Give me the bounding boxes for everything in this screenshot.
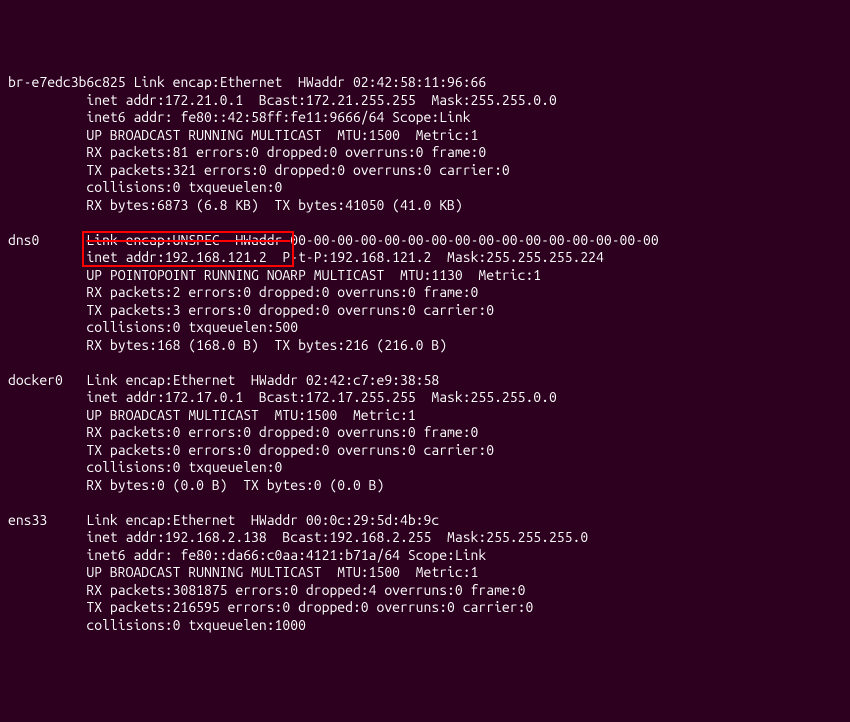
ifconfig-line: docker0 Link encap:Ethernet HWaddr 02:42… [8, 372, 842, 390]
ifconfig-line: RX packets:0 errors:0 dropped:0 overruns… [8, 424, 842, 442]
line-suffix: -t-P:192.168.121.2 Mask:255.255.255.224 [290, 249, 604, 265]
ifconfig-line: UP BROADCAST RUNNING MULTICAST MTU:1500 … [8, 127, 842, 145]
ifconfig-line: RX bytes:0 (0.0 B) TX bytes:0 (0.0 B) [8, 477, 842, 495]
struck-text: Link encap:UNSPEC HWaddr [86, 232, 290, 248]
ifconfig-line: TX packets:216595 errors:0 dropped:0 ove… [8, 599, 842, 617]
ifconfig-line: inet6 addr: fe80::da66:c0aa:4121:b71a/64… [8, 547, 842, 565]
ifconfig-line: UP BROADCAST MULTICAST MTU:1500 Metric:1 [8, 407, 842, 425]
ifconfig-line: collisions:0 txqueuelen:500 [8, 319, 842, 337]
blank-line [8, 494, 842, 512]
interface-name: dns0 [8, 232, 86, 248]
ifconfig-line: inet addr:172.17.0.1 Bcast:172.17.255.25… [8, 389, 842, 407]
ifconfig-line: TX packets:321 errors:0 dropped:0 overru… [8, 162, 842, 180]
blank-line [8, 354, 842, 372]
interface-block-ens33: ens33 Link encap:Ethernet HWaddr 00:0c:2… [8, 512, 842, 635]
interface-block-br-e7edc3b6c825: br-e7edc3b6c825 Link encap:Ethernet HWad… [8, 74, 842, 214]
inet-addr-text: inet addr:192.168.121.2 P [86, 249, 290, 265]
blank-line [8, 214, 842, 232]
ifconfig-line: collisions:0 txqueuelen:1000 [8, 617, 842, 635]
ifconfig-line: inet6 addr: fe80::42:58ff:fe11:9666/64 S… [8, 109, 842, 127]
ifconfig-line: RX packets:81 errors:0 dropped:0 overrun… [8, 144, 842, 162]
terminal-output: br-e7edc3b6c825 Link encap:Ethernet HWad… [8, 74, 842, 634]
ifconfig-line: UP POINTOPOINT RUNNING NOARP MULTICAST M… [8, 267, 842, 285]
ifconfig-line: RX bytes:168 (168.0 B) TX bytes:216 (216… [8, 337, 842, 355]
ifconfig-line: TX packets:3 errors:0 dropped:0 overruns… [8, 302, 842, 320]
interface-block-docker0: docker0 Link encap:Ethernet HWaddr 02:42… [8, 372, 842, 495]
ifconfig-line: ens33 Link encap:Ethernet HWaddr 00:0c:2… [8, 512, 842, 530]
ifconfig-line: collisions:0 txqueuelen:0 [8, 179, 842, 197]
ifconfig-line: UP BROADCAST RUNNING MULTICAST MTU:1500 … [8, 564, 842, 582]
ifconfig-line: dns0 Link encap:UNSPEC HWaddr 00-00-00-0… [8, 232, 842, 250]
ifconfig-line: RX bytes:6873 (6.8 KB) TX bytes:41050 (4… [8, 197, 842, 215]
interface-block-dns0: dns0 Link encap:UNSPEC HWaddr 00-00-00-0… [8, 232, 842, 355]
ifconfig-line: TX packets:0 errors:0 dropped:0 overruns… [8, 442, 842, 460]
ifconfig-line: inet addr:192.168.2.138 Bcast:192.168.2.… [8, 529, 842, 547]
ifconfig-line: inet addr:192.168.121.2 P-t-P:192.168.12… [8, 249, 842, 267]
ifconfig-line: inet addr:172.21.0.1 Bcast:172.21.255.25… [8, 92, 842, 110]
ifconfig-line: RX packets:3081875 errors:0 dropped:4 ov… [8, 582, 842, 600]
ifconfig-line: collisions:0 txqueuelen:0 [8, 459, 842, 477]
hwaddr-text: 00-00-00-00-00-00-00-00-00-00-00-00-00-0… [290, 232, 658, 248]
ifconfig-line: br-e7edc3b6c825 Link encap:Ethernet HWad… [8, 74, 842, 92]
indent [8, 249, 86, 265]
ifconfig-line: RX packets:2 errors:0 dropped:0 overruns… [8, 284, 842, 302]
